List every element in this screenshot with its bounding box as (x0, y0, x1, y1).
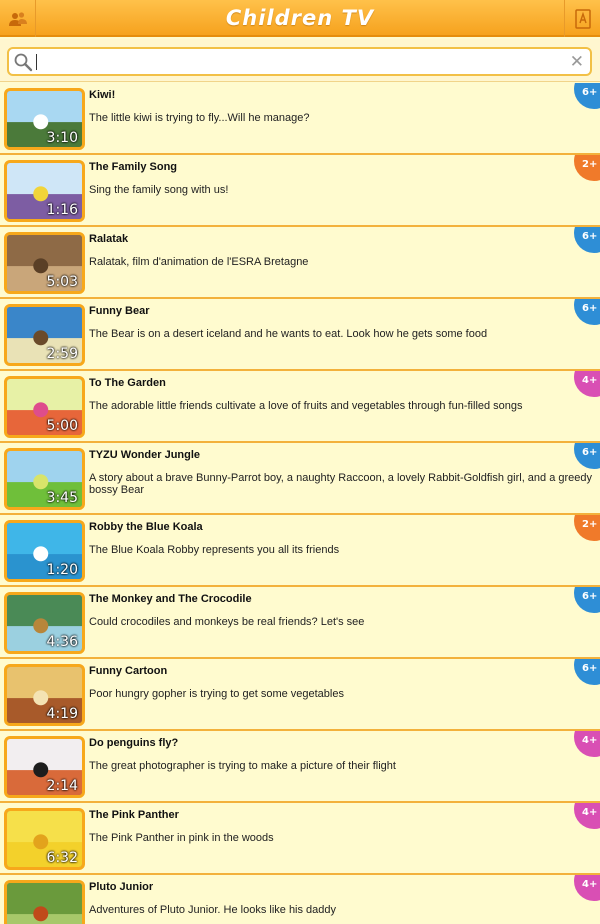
age-rating-badge: 6+ (574, 83, 600, 109)
age-rating-label: 6+ (582, 231, 598, 242)
age-rating-label: 4+ (582, 879, 598, 890)
age-rating-badge: 4+ (574, 803, 600, 829)
video-list-item[interactable]: 4:19 Funny Cartoon Poor hungry gopher is t… (0, 659, 600, 731)
video-thumbnail[interactable]: 3:45 (4, 448, 85, 510)
age-rating-badge: 4+ (574, 371, 600, 397)
video-list: 3:10 Kiwi! The little kiwi is trying to fl… (0, 83, 600, 924)
thumbnail-image (7, 883, 82, 924)
age-rating-badge: 2+ (574, 515, 600, 541)
video-duration: 4:19 (46, 706, 78, 722)
age-rating-label: 6+ (582, 303, 598, 314)
video-duration: 6:32 (46, 850, 78, 866)
video-title: The Monkey and The Crocodile (89, 593, 252, 605)
video-duration: 1:20 (46, 562, 78, 578)
video-title: TYZU Wonder Jungle (89, 449, 201, 461)
video-duration: 3:10 (46, 130, 78, 146)
age-rating-badge: 4+ (574, 731, 600, 757)
video-title: Funny Cartoon (89, 665, 168, 677)
video-thumbnail[interactable] (4, 880, 85, 924)
age-rating-badge: 4+ (574, 875, 600, 901)
video-description: Sing the family song with us! (89, 184, 229, 196)
video-duration: 5:00 (46, 418, 78, 434)
video-thumbnail[interactable]: 5:03 (4, 232, 85, 294)
age-rating-badge: 6+ (574, 587, 600, 613)
age-rating-badge: 6+ (574, 227, 600, 253)
age-rating-label: 4+ (582, 375, 598, 386)
video-description: Poor hungry gopher is trying to get some… (89, 688, 344, 700)
video-thumbnail[interactable]: 2:14 (4, 736, 85, 798)
video-title: Pluto Junior (89, 881, 154, 893)
age-rating-badge: 2+ (574, 155, 600, 181)
age-rating-label: 4+ (582, 807, 598, 818)
age-rating-label: 6+ (582, 87, 598, 98)
video-title: Do penguins fly? (89, 737, 179, 749)
video-thumbnail[interactable]: 4:36 (4, 592, 85, 654)
video-duration: 5:03 (46, 274, 78, 290)
video-description: Adventures of Pluto Junior. He looks lik… (89, 904, 337, 916)
video-description: Could crocodiles and monkeys be real fri… (89, 616, 365, 628)
age-rating-badge: 6+ (574, 443, 600, 469)
video-thumbnail[interactable]: 3:10 (4, 88, 85, 150)
clear-icon[interactable]: ✕ (570, 52, 584, 72)
video-thumbnail[interactable]: 5:00 (4, 376, 85, 438)
video-list-item[interactable]: 4:36 The Monkey and The Crocodile Could cr… (0, 587, 600, 659)
video-list-item[interactable]: 1:16 The Family Song Sing the family song … (0, 155, 600, 227)
video-description: The Bear is on a desert iceland and he w… (89, 328, 488, 340)
alphabet-sort-button[interactable] (564, 0, 600, 37)
search-input[interactable] (39, 51, 569, 73)
video-list-item[interactable]: Pluto Junior Adventures of Pluto Junior. … (0, 875, 600, 924)
age-rating-label: 6+ (582, 447, 598, 458)
video-thumbnail[interactable]: 1:16 (4, 160, 85, 222)
video-title: To The Garden (89, 377, 166, 389)
video-thumbnail[interactable]: 1:20 (4, 520, 85, 582)
app-header: Children TV (0, 0, 600, 37)
video-title: The Family Song (89, 161, 178, 173)
video-duration: 2:14 (46, 778, 78, 794)
video-list-item[interactable]: 5:00 To The Garden The adorable little fri… (0, 371, 600, 443)
video-description: Ralatak, film d'animation de l'ESRA Bret… (89, 256, 309, 268)
video-list-item[interactable]: 6:32 The Pink Panther The Pink Panther in … (0, 803, 600, 875)
video-title: The Pink Panther (89, 809, 179, 821)
video-description: A story about a brave Bunny-Parrot boy, … (89, 472, 593, 496)
age-rating-label: 6+ (582, 591, 598, 602)
video-duration: 1:16 (46, 202, 78, 218)
video-list-item[interactable]: 3:45 TYZU Wonder Jungle A story about a br… (0, 443, 600, 515)
video-title: Robby the Blue Koala (89, 521, 203, 533)
video-list-item[interactable]: 2:14 Do penguins fly? The great photograph… (0, 731, 600, 803)
video-title: Funny Bear (89, 305, 150, 317)
video-list-item[interactable]: 2:59 Funny Bear The Bear is on a desert ic… (0, 299, 600, 371)
video-title: Kiwi! (89, 89, 116, 101)
video-list-item[interactable]: 3:10 Kiwi! The little kiwi is trying to fl… (0, 83, 600, 155)
video-list-item[interactable]: 1:20 Robby the Blue Koala The Blue Koala R… (0, 515, 600, 587)
video-duration: 4:36 (46, 634, 78, 650)
age-rating-label: 2+ (582, 519, 598, 530)
video-duration: 3:45 (46, 490, 78, 506)
search-bar: ✕ (0, 39, 600, 82)
video-duration: 2:59 (46, 346, 78, 362)
age-rating-label: 2+ (582, 159, 598, 170)
alphabet-book-icon (574, 8, 591, 29)
video-description: The adorable little friends cultivate a … (89, 400, 523, 412)
video-description: The Blue Koala Robby represents you all … (89, 544, 340, 556)
video-description: The little kiwi is trying to fly...Will … (89, 112, 310, 124)
age-rating-badge: 6+ (574, 659, 600, 685)
video-description: The great photographer is trying to make… (89, 760, 396, 772)
age-rating-label: 4+ (582, 735, 598, 746)
search-icon (14, 53, 33, 72)
age-rating-badge: 6+ (574, 299, 600, 325)
text-cursor (36, 54, 37, 70)
app-title: Children TV (225, 6, 375, 30)
video-description: The Pink Panther in pink in the woods (89, 832, 274, 844)
video-list-item[interactable]: 5:03 Ralatak Ralatak, film d'animation de … (0, 227, 600, 299)
age-rating-label: 6+ (582, 663, 598, 674)
video-thumbnail[interactable]: 4:19 (4, 664, 85, 726)
search-box: ✕ (7, 47, 592, 76)
video-thumbnail[interactable]: 6:32 (4, 808, 85, 870)
video-title: Ralatak (89, 233, 129, 245)
video-thumbnail[interactable]: 2:59 (4, 304, 85, 366)
